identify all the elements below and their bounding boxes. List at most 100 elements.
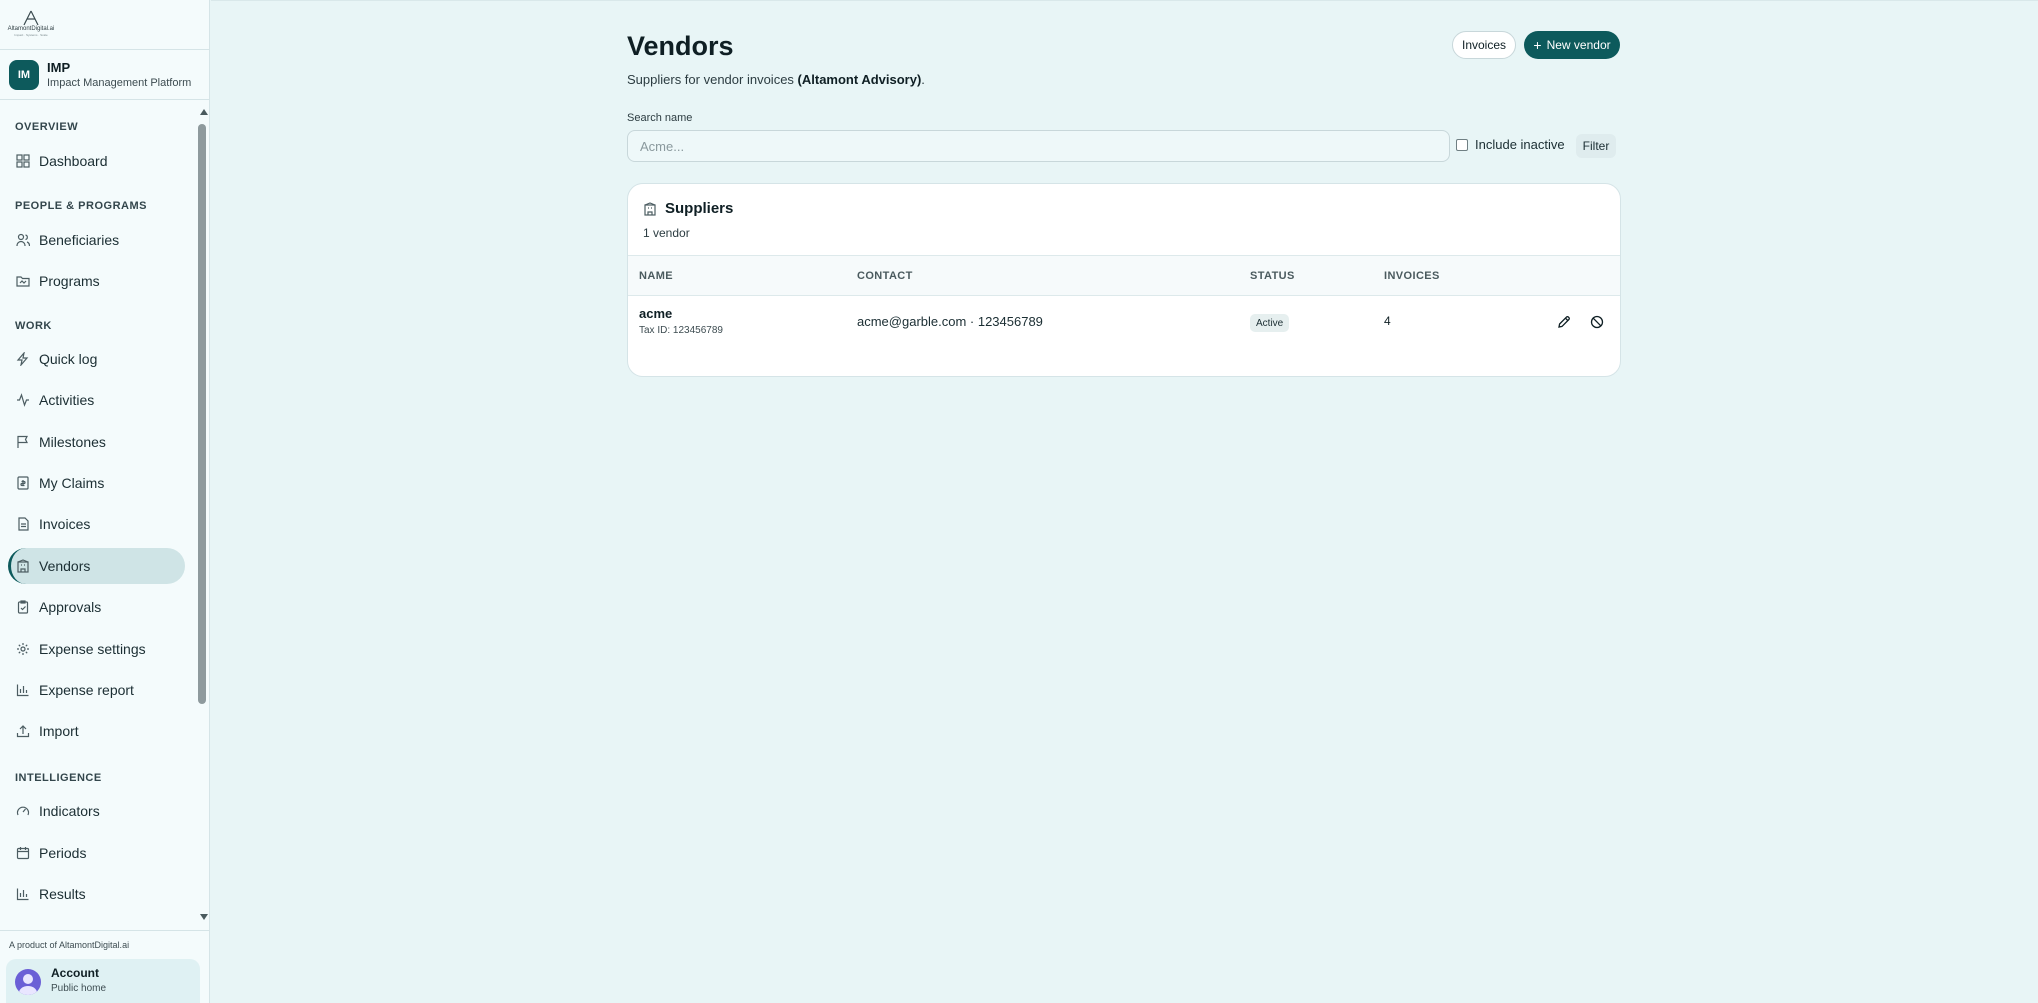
- column-name[interactable]: NAME: [639, 270, 673, 282]
- sidebar-item-invoices[interactable]: Invoices: [8, 506, 185, 542]
- table-header: NAME CONTACT STATUS INVOICES: [628, 256, 1620, 296]
- vendor-name-cell: acme Tax ID: 123456789: [639, 306, 723, 336]
- sidebar-item-label: Beneficiaries: [39, 232, 120, 248]
- sidebar-item-periods[interactable]: Periods: [8, 835, 185, 871]
- folder-icon: [16, 274, 30, 288]
- sidebar-item-programs[interactable]: Programs: [8, 263, 185, 299]
- column-invoices[interactable]: INVOICES: [1384, 270, 1440, 282]
- avatar: [15, 968, 41, 995]
- gear-icon: [16, 642, 30, 656]
- brand-logo[interactable]: AltamontDigital.ai Impact · Systems · Sc…: [8, 10, 54, 37]
- page-subtitle: Suppliers for vendor invoices (Altamont …: [627, 72, 925, 87]
- logo-area: AltamontDigital.ai Impact · Systems · Sc…: [0, 0, 209, 50]
- sidebar-item-label: Activities: [39, 392, 95, 408]
- sidebar-item-results[interactable]: Results: [8, 876, 185, 912]
- sidebar-item-my-claims[interactable]: My Claims: [8, 465, 185, 501]
- sidebar-item-label: Import: [39, 723, 79, 739]
- account-menu[interactable]: Account Public home: [6, 959, 200, 1003]
- page-title: Vendors: [627, 31, 734, 61]
- account-subtitle: Public home: [51, 983, 107, 994]
- sidebar-item-label: Milestones: [39, 434, 106, 450]
- sidebar-item-label: Results: [39, 886, 86, 902]
- search-input[interactable]: [627, 130, 1450, 162]
- sidebar-item-expense-settings[interactable]: Expense settings: [8, 631, 185, 667]
- vendor-count: 1 vendor: [643, 226, 690, 240]
- subtitle-org: (Altamont Advisory): [797, 72, 922, 87]
- status-badge: Active: [1250, 314, 1290, 332]
- sidebar-item-beneficiaries[interactable]: Beneficiaries: [8, 222, 185, 258]
- section-people-programs: PEOPLE & PROGRAMS: [15, 200, 147, 212]
- org-avatar: IM: [9, 59, 39, 90]
- filter-button[interactable]: Filter: [1576, 134, 1616, 158]
- new-vendor-label: New vendor: [1546, 38, 1611, 52]
- section-intelligence: INTELLIGENCE: [15, 772, 102, 784]
- subtitle-suffix: .: [921, 72, 925, 87]
- clipboard-icon: [16, 600, 30, 614]
- product-note: A product of AltamontDigital.ai: [9, 940, 130, 950]
- sidebar-item-label: Quick log: [39, 351, 98, 367]
- sidebar-nav: OVERVIEW Dashboard PEOPLE & PROGRAMS Ben…: [0, 101, 196, 923]
- grid-icon: [16, 154, 30, 168]
- account-name: Account: [51, 966, 99, 980]
- column-contact[interactable]: CONTACT: [857, 270, 913, 282]
- suppliers-title-text: Suppliers: [665, 200, 734, 217]
- column-status[interactable]: STATUS: [1250, 270, 1295, 282]
- sidebar-item-milestones[interactable]: Milestones: [8, 424, 185, 460]
- suppliers-title: Suppliers: [643, 200, 1620, 217]
- sidebar-item-label: Expense settings: [39, 641, 146, 657]
- include-inactive-label: Include inactive: [1475, 137, 1565, 152]
- scroll-up-arrow-icon[interactable]: [200, 109, 208, 115]
- include-inactive-checkbox[interactable]: [1456, 138, 1468, 151]
- scroll-down-arrow-icon[interactable]: [200, 914, 208, 920]
- org-subtitle: Impact Management Platform: [47, 76, 192, 89]
- deactivate-ban-icon[interactable]: [1588, 313, 1606, 331]
- suppliers-card-header: Suppliers 1 vendor: [628, 184, 1620, 256]
- new-vendor-button[interactable]: + New vendor: [1524, 31, 1620, 59]
- receipt-icon: [16, 476, 30, 490]
- activity-icon: [16, 393, 30, 407]
- invoices-button[interactable]: Invoices: [1452, 31, 1516, 59]
- org-name: IMP: [47, 59, 71, 75]
- sidebar-item-quick-log[interactable]: Quick log: [8, 341, 185, 377]
- main-content: Vendors Suppliers for vendor invoices (A…: [211, 0, 2038, 1003]
- plus-icon: +: [1533, 37, 1542, 53]
- section-work: WORK: [15, 320, 52, 332]
- sidebar: AltamontDigital.ai Impact · Systems · Sc…: [0, 0, 210, 1003]
- sidebar-item-label: My Claims: [39, 475, 105, 491]
- bar-chart-icon: [16, 683, 30, 697]
- sidebar-item-label: Periods: [39, 845, 87, 861]
- include-inactive-toggle[interactable]: Include inactive: [1456, 137, 1565, 152]
- logo-text: AltamontDigital.ai: [7, 26, 55, 32]
- sidebar-item-label: Approvals: [39, 599, 102, 615]
- vendor-tax-id: Tax ID: 123456789: [639, 325, 723, 336]
- file-icon: [16, 517, 30, 531]
- org-switcher[interactable]: IM IMP Impact Management Platform: [0, 50, 209, 100]
- building-icon: [16, 559, 30, 573]
- invoice-count: 4: [1384, 314, 1391, 328]
- gauge-icon: [16, 804, 30, 818]
- logo-mark-icon: [23, 10, 39, 26]
- building-icon: [643, 201, 657, 216]
- sidebar-item-dashboard[interactable]: Dashboard: [8, 143, 185, 179]
- upload-icon: [16, 724, 30, 738]
- suppliers-card: Suppliers 1 vendor NAME CONTACT STATUS I…: [627, 183, 1621, 377]
- bolt-icon: [16, 352, 30, 366]
- bar-chart-icon: [16, 887, 30, 901]
- sidebar-item-import[interactable]: Import: [8, 713, 185, 749]
- sidebar-item-expense-report[interactable]: Expense report: [8, 672, 185, 708]
- sidebar-item-vendors[interactable]: Vendors: [8, 548, 185, 584]
- vendor-name: acme: [639, 306, 673, 321]
- sidebar-item-label: Invoices: [39, 516, 91, 532]
- edit-pencil-icon[interactable]: [1555, 313, 1573, 331]
- calendar-icon: [16, 846, 30, 860]
- table-row[interactable]: acme Tax ID: 123456789 acme@garble.com ·…: [628, 296, 1620, 348]
- sidebar-item-label: Programs: [39, 273, 100, 289]
- sidebar-item-label: Indicators: [39, 803, 100, 819]
- subtitle-text: Suppliers for vendor invoices: [627, 72, 798, 87]
- sidebar-item-indicators[interactable]: Indicators: [8, 793, 185, 829]
- sidebar-scrollbar[interactable]: [198, 124, 206, 704]
- sidebar-item-approvals[interactable]: Approvals: [8, 589, 185, 625]
- sidebar-item-activities[interactable]: Activities: [8, 382, 185, 418]
- sidebar-item-label: Expense report: [39, 682, 134, 698]
- sidebar-footer: A product of AltamontDigital.ai Account …: [0, 930, 210, 1003]
